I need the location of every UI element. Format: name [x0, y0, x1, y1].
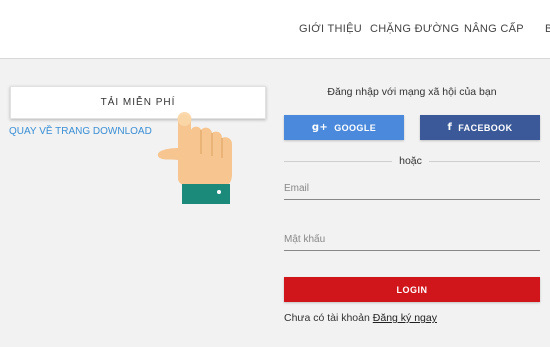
facebook-icon: f — [447, 122, 453, 133]
facebook-login-button[interactable]: f FACEBOOK — [420, 115, 540, 140]
password-field-wrapper — [284, 229, 540, 251]
no-account-text: Chưa có tài khoản — [284, 312, 370, 324]
register-link[interactable]: Đăng ký ngay — [373, 312, 437, 324]
google-login-button[interactable]: g+ GOOGLE — [284, 115, 404, 140]
nav-item-gioi-thieu[interactable]: GIỚI THIỆU — [299, 23, 362, 35]
facebook-button-label: FACEBOOK — [458, 122, 513, 133]
login-button[interactable]: LOGIN — [284, 277, 540, 302]
nav-item-chang-duong[interactable]: CHẶNG ĐƯỜNG — [370, 23, 459, 35]
email-field[interactable] — [284, 178, 540, 199]
register-row: Chưa có tài khoản Đăng ký ngay — [284, 312, 437, 324]
divider-or-text: hoặc — [399, 155, 422, 167]
pointing-hand-icon — [157, 112, 232, 204]
nav-item-nang-cap[interactable]: NÂNG CẤP — [464, 23, 524, 35]
divider-right — [429, 161, 540, 162]
top-header: GIỚI THIỆU CHẶNG ĐƯỜNG NÂNG CẤP B — [0, 0, 550, 59]
email-field-wrapper — [284, 178, 540, 200]
social-login-title: Đăng nhập với mạng xã hội của bạn — [327, 86, 497, 98]
divider-left — [284, 161, 392, 162]
password-field[interactable] — [284, 229, 540, 250]
google-button-label: GOOGLE — [334, 122, 377, 133]
google-plus-icon: g+ — [311, 122, 329, 133]
nav-item-truncated[interactable]: B — [545, 23, 550, 35]
back-to-download-link[interactable]: QUAY VỀ TRANG DOWNLOAD — [9, 126, 152, 137]
